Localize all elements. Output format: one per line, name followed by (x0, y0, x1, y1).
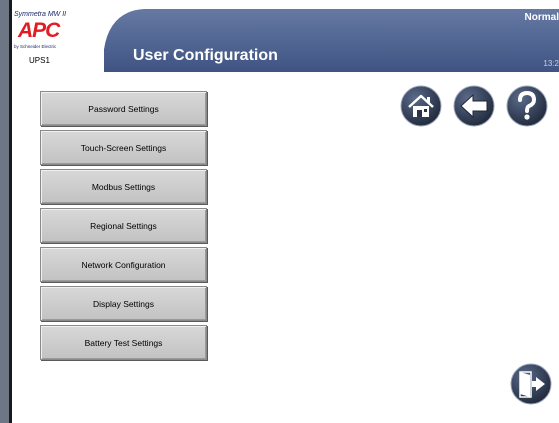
home-icon (400, 85, 442, 127)
modbus-settings-button[interactable]: Modbus Settings (40, 169, 207, 204)
apc-logo: APC (18, 19, 60, 42)
left-border (0, 0, 9, 423)
touch-screen-settings-button[interactable]: Touch-Screen Settings (40, 130, 207, 165)
page-title: User Configuration (133, 47, 278, 64)
exit-button[interactable] (510, 363, 552, 405)
network-configuration-button[interactable]: Network Configuration (40, 247, 207, 282)
header-band: User Configuration Normal 13:2 (104, 9, 559, 72)
home-button[interactable] (400, 85, 442, 127)
logo-area: Symmetra MW II APC by Schneider Electric… (12, 9, 110, 72)
password-settings-button[interactable]: Password Settings (40, 91, 207, 126)
device-name: UPS1 (29, 56, 50, 65)
clock-time: 13:2 (543, 59, 559, 68)
help-question-icon (506, 85, 548, 127)
status-text: Normal (524, 12, 559, 23)
battery-test-settings-button[interactable]: Battery Test Settings (40, 325, 207, 360)
regional-settings-button[interactable]: Regional Settings (40, 208, 207, 243)
help-button[interactable] (506, 85, 548, 127)
product-name: Symmetra MW II (14, 11, 67, 18)
header: Symmetra MW II APC by Schneider Electric… (9, 9, 559, 72)
exit-door-icon (510, 363, 552, 405)
schneider-logo: by Schneider Electric (14, 44, 57, 49)
back-arrow-icon (453, 85, 495, 127)
display-settings-button[interactable]: Display Settings (40, 286, 207, 321)
back-button[interactable] (453, 85, 495, 127)
user-configuration-screen: Symmetra MW II APC by Schneider Electric… (0, 0, 559, 423)
